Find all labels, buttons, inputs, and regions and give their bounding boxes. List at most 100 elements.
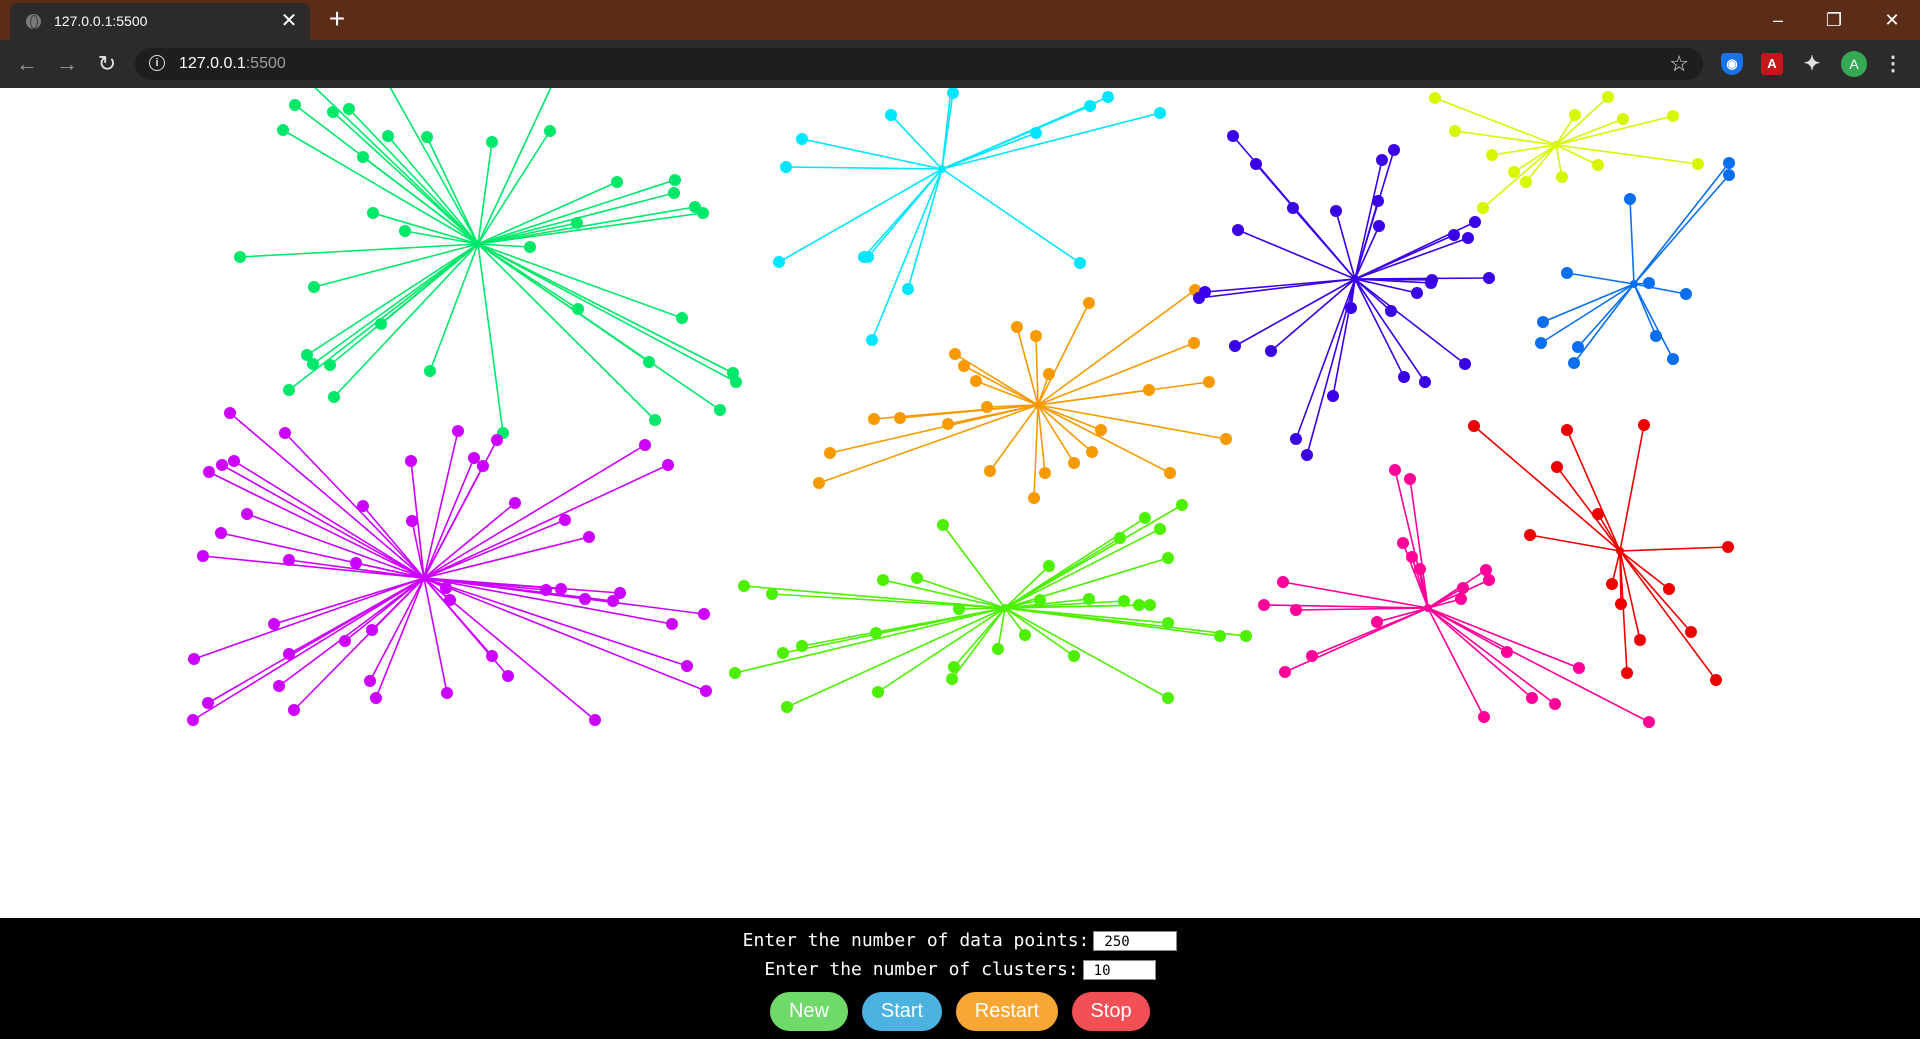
cluster-link [1555, 118, 1624, 146]
data-point [1455, 593, 1467, 605]
data-point [1573, 662, 1585, 674]
info-icon[interactable]: i [149, 55, 165, 71]
data-point [1692, 158, 1704, 170]
centroid [938, 165, 946, 173]
data-point [902, 283, 914, 295]
data-point [444, 594, 456, 606]
cluster-link [423, 464, 669, 579]
data-point [1459, 358, 1471, 370]
cluster-link [1529, 534, 1621, 552]
cluster-link [1633, 283, 1687, 295]
star-icon[interactable]: ☆ [1669, 51, 1689, 77]
data-point [1602, 91, 1614, 103]
tab-title: 127.0.0.1:5500 [54, 13, 148, 29]
data-point [1572, 341, 1584, 353]
address-bar[interactable]: i 127.0.0.1:5500 ☆ [135, 48, 1703, 80]
data-point [1232, 224, 1244, 236]
minimize-icon[interactable]: – [1755, 0, 1801, 40]
data-point [1279, 666, 1291, 678]
data-point [1535, 337, 1547, 349]
cluster-link [1434, 97, 1557, 146]
data-point [911, 572, 923, 584]
data-point [958, 360, 970, 372]
cluster-link [1473, 425, 1621, 552]
data-point [1524, 529, 1536, 541]
browser-tab[interactable]: 127.0.0.1:5500 ✕ [10, 3, 310, 40]
start-button[interactable]: Start [862, 992, 942, 1031]
cluster-canvas[interactable] [0, 88, 1920, 918]
data-point [1086, 446, 1098, 458]
cluster-link [1577, 283, 1635, 348]
cluster-7 [187, 407, 712, 726]
cluster-link [362, 156, 479, 245]
cluster-link [785, 166, 943, 170]
data-point [1240, 630, 1252, 642]
forward-icon[interactable]: → [52, 49, 82, 79]
puzzle-icon[interactable]: ✦ [1801, 53, 1823, 75]
data-point [283, 554, 295, 566]
data-point [1068, 650, 1080, 662]
data-point [1327, 390, 1339, 402]
maximize-icon[interactable]: ❐ [1811, 0, 1857, 40]
data-point [611, 176, 623, 188]
data-point [502, 670, 514, 682]
cluster-link [1427, 607, 1556, 705]
data-point [343, 103, 355, 115]
data-point [350, 557, 362, 569]
data-point [241, 508, 253, 520]
data-point [1419, 376, 1431, 388]
cluster-link [477, 243, 656, 421]
data-point [1638, 419, 1650, 431]
data-point [1723, 169, 1735, 181]
cluster-link [313, 243, 479, 288]
data-point [555, 583, 567, 595]
data-point [1043, 560, 1055, 572]
clusters-input[interactable] [1082, 960, 1156, 980]
pdf-extension-icon[interactable]: A [1761, 53, 1783, 75]
window-close-icon[interactable]: ✕ [1869, 0, 1915, 40]
points-input[interactable] [1093, 931, 1178, 951]
data-point [1404, 473, 1416, 485]
menu-icon[interactable]: ⋮ [1883, 53, 1903, 75]
data-point [1449, 125, 1461, 137]
back-icon[interactable]: ← [12, 49, 42, 79]
data-point [468, 452, 480, 464]
cluster-link [1004, 607, 1247, 637]
data-point [1650, 330, 1662, 342]
cluster-link [312, 243, 479, 365]
data-point [697, 207, 709, 219]
url-host: 127.0.0.1 [179, 55, 246, 72]
cluster-link [1629, 198, 1635, 285]
cluster-link [1619, 550, 1692, 633]
data-point [1537, 316, 1549, 328]
data-point [669, 174, 681, 186]
cluster-link [1619, 424, 1645, 552]
data-point [1345, 302, 1357, 314]
cluster-6 [1535, 157, 1735, 369]
data-point [382, 130, 394, 142]
reload-icon[interactable]: ↻ [92, 49, 122, 79]
data-point [1624, 193, 1636, 205]
cluster-link [1354, 200, 1379, 280]
new-button[interactable]: New [770, 992, 848, 1031]
data-point [579, 593, 591, 605]
data-point [1203, 376, 1215, 388]
data-point [946, 673, 958, 685]
data-point [885, 109, 897, 121]
avatar[interactable]: A [1841, 51, 1867, 77]
cluster-link [1284, 607, 1429, 673]
stop-button[interactable]: Stop [1072, 992, 1150, 1031]
data-point [1526, 692, 1538, 704]
cluster-link [477, 243, 721, 411]
cluster-link [829, 404, 1039, 454]
restart-button[interactable]: Restart [956, 992, 1058, 1031]
plus-icon[interactable]: + [322, 4, 352, 34]
data-point [1561, 424, 1573, 436]
data-point [308, 281, 320, 293]
close-icon[interactable]: ✕ [278, 10, 300, 32]
cluster-link [1037, 302, 1090, 406]
data-point [1372, 195, 1384, 207]
shield-extension-icon[interactable]: ◉ [1721, 53, 1743, 75]
control-panel: Enter the number of data points: Enter t… [0, 918, 1920, 1039]
data-point [773, 256, 785, 268]
